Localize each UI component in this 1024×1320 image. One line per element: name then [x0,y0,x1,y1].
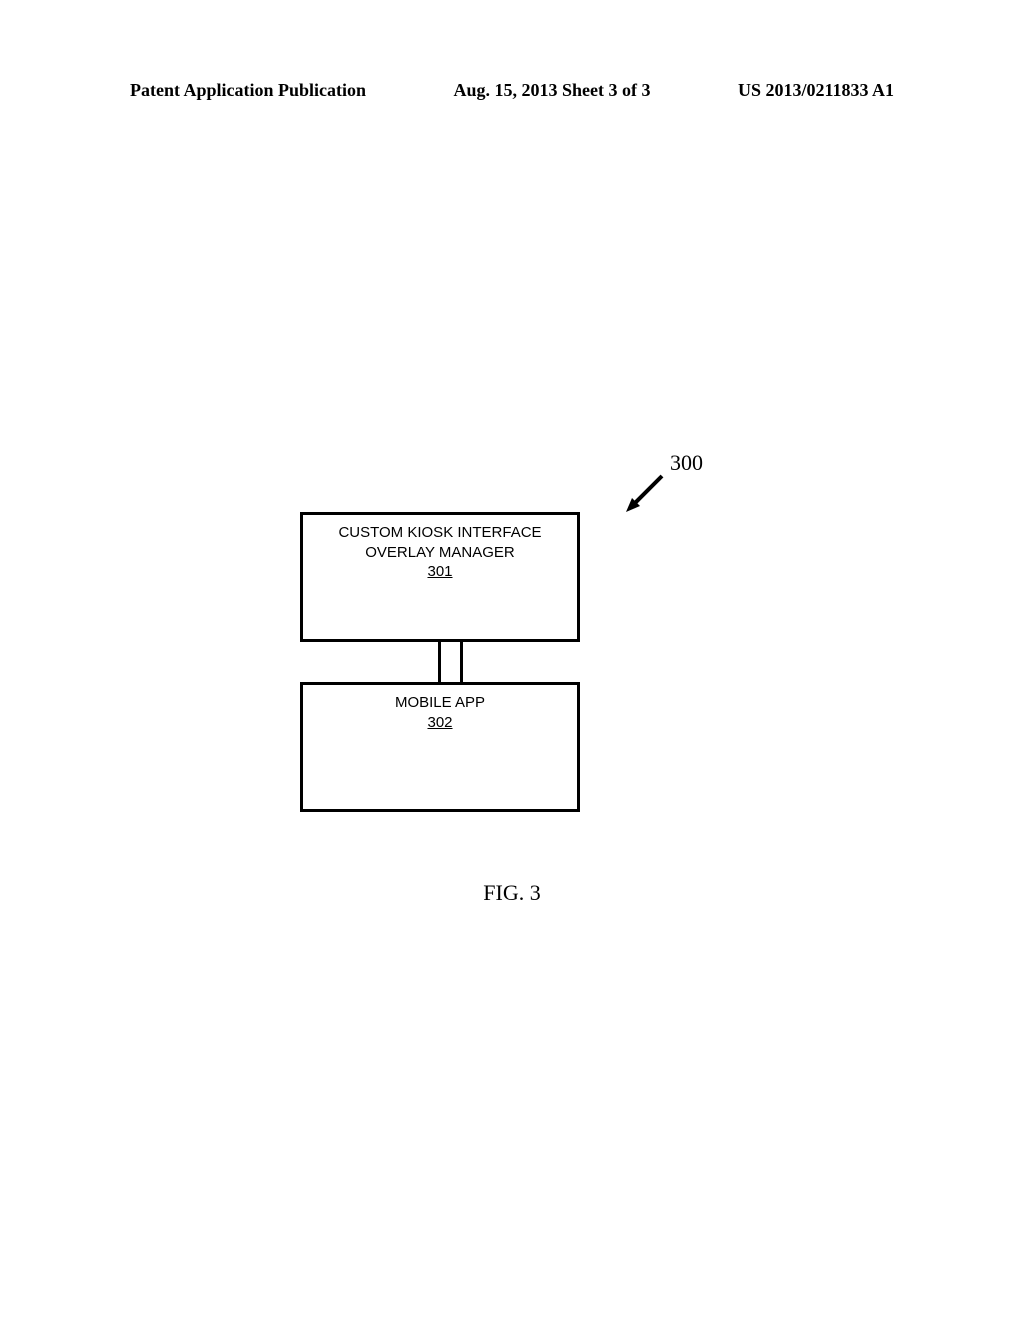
header-date-sheet: Aug. 15, 2013 Sheet 3 of 3 [454,80,651,101]
leader-arrow-icon [620,470,670,520]
reference-number-main: 300 [670,450,703,476]
box-top-ref: 301 [303,562,577,582]
figure-caption: FIG. 3 [0,880,1024,906]
box-bottom-line1: MOBILE APP [303,693,577,713]
box-top-line1: CUSTOM KIOSK INTERFACE [303,523,577,543]
box-mobile-app: MOBILE APP 302 [300,682,580,812]
connector-line-left [438,642,441,682]
box-bottom-ref: 302 [303,713,577,733]
header-publication: Patent Application Publication [130,80,366,101]
header-patent-number: US 2013/0211833 A1 [738,80,894,101]
diagram-figure-3: 300 CUSTOM KIOSK INTERFACE OVERLAY MANAG… [0,450,1024,950]
box-overlay-manager: CUSTOM KIOSK INTERFACE OVERLAY MANAGER 3… [300,512,580,642]
page-header: Patent Application Publication Aug. 15, … [0,80,1024,101]
box-top-line2: OVERLAY MANAGER [303,543,577,563]
connector-line-right [460,642,463,682]
